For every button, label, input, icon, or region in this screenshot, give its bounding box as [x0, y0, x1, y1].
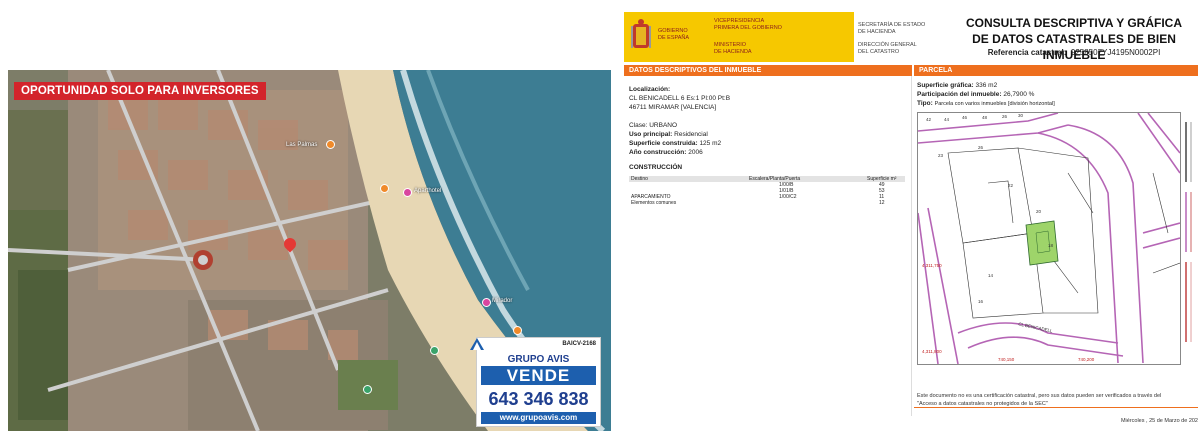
- map-label: 42: [926, 117, 932, 122]
- superficie-construida: Superficie construida: 125 m2: [629, 140, 722, 147]
- table-row: Elementos comunes 12: [631, 200, 885, 206]
- poi-marker[interactable]: [363, 385, 372, 394]
- cadastral-reference: Referencia catastral: 9258507YJ4195N0002…: [987, 48, 1161, 57]
- descriptive-data-panel: Localización: CL BENICADELL 6 Es:1 Pl:00…: [624, 76, 912, 416]
- agency-website[interactable]: www.grupoavis.com: [481, 412, 596, 424]
- coat-of-arms-icon: [631, 19, 651, 48]
- poi-marker[interactable]: [326, 140, 335, 149]
- map-label: 48: [982, 115, 988, 120]
- poi-label: Las Palmas: [286, 142, 318, 148]
- direccion-catastro-label: DIRECCIÓN GENERAL DEL CATASTRO: [858, 42, 917, 55]
- map-label: 20: [1036, 209, 1042, 214]
- location-line-1: CL BENICADELL 6 Es:1 Pl:00 Pt:B: [629, 95, 731, 102]
- investors-banner: OPORTUNIDAD SOLO PARA INVERSORES: [14, 82, 266, 100]
- map-label: 23: [938, 153, 944, 158]
- poi-marker[interactable]: [380, 184, 389, 193]
- map-label: 22: [1008, 183, 1014, 188]
- map-coordinate: 4,311,800: [922, 349, 942, 354]
- poi-label: Mirador: [492, 298, 513, 304]
- section-header-parcela: PARCELA: [914, 65, 1198, 76]
- sale-headline: VENDE: [481, 366, 596, 385]
- grupo-avis-sale-card[interactable]: BAICV-2168 GRUPO AVIS VENDE 643 346 838 …: [470, 337, 601, 427]
- grupo-avis-logo-icon: [470, 338, 484, 350]
- government-header: GOBIERNO DE ESPAÑA VICEPRESIDENCIA PRIMERA…: [624, 12, 854, 62]
- parcela-panel: Superficie gráfica: 336 m2 Participación…: [914, 76, 1198, 421]
- uso-principal: Uso principal: Residencial: [629, 131, 708, 138]
- location-label: Localización:: [629, 86, 671, 93]
- construccion-title: CONSTRUCCIÓN: [629, 164, 683, 171]
- catastro-document: GOBIERNO DE ESPAÑA VICEPRESIDENCIA PRIMERA…: [620, 0, 1198, 431]
- poi-marker[interactable]: [430, 346, 439, 355]
- superficie-grafica: Superficie gráfica: 336 m2: [917, 82, 998, 89]
- phone-number[interactable]: 643 346 838: [481, 388, 596, 410]
- ministerio-label: MINISTERIO DE HACIENDA: [714, 42, 752, 55]
- vicepresidencia-label: VICEPRESIDENCIA PRIMERA DEL GOBIERNO: [714, 18, 782, 31]
- cadastral-map[interactable]: 42 44 46 48 26 30 26 23 22 20 18 14 16 C…: [917, 112, 1181, 365]
- section-header-descriptive: DATOS DESCRIPTIVOS DEL INMUEBLE: [624, 65, 912, 76]
- location-line-2: 46711 MIRAMAR [VALENCIA]: [629, 104, 717, 111]
- map-label: 46: [962, 115, 968, 120]
- map-label: 16: [978, 299, 984, 304]
- government-subheader: SECRETARÍA DE ESTADO DE HACIENDA DIRECCIÓ…: [856, 12, 946, 62]
- agency-name: GRUPO AVIS: [507, 354, 570, 365]
- map-label: 26: [1002, 114, 1008, 119]
- anio-construccion: Año construcción: 2006: [629, 149, 703, 156]
- document-date: Miércoles , 25 de Marzo de 202: [1120, 418, 1198, 424]
- map-coordinate: 740,200: [1078, 357, 1095, 362]
- listing-reference: BAICV-2168: [562, 341, 596, 347]
- parcel-plan-graphic: [917, 112, 1181, 365]
- secretaria-label: SECRETARÍA DE ESTADO DE HACIENDA: [858, 22, 926, 35]
- map-label: 14: [988, 273, 994, 278]
- map-label: 18: [1048, 243, 1054, 248]
- map-legend: [1185, 122, 1192, 342]
- divider: [914, 407, 1198, 408]
- gov-espana-label: GOBIERNO DE ESPAÑA: [658, 28, 690, 41]
- tipo-parcela: Tipo: Parcela con varios inmuebles [divi…: [917, 100, 1055, 107]
- poi-label: Aparthotel: [414, 188, 442, 194]
- map-label: 30: [1018, 113, 1024, 118]
- aerial-photo: OPORTUNIDAD SOLO PARA INVERSORES Las Pal…: [8, 70, 611, 431]
- map-label: 44: [944, 117, 950, 122]
- map-coordinate: 4,311,750: [922, 263, 942, 268]
- poi-marker[interactable]: [403, 188, 412, 197]
- participacion: Participación del inmueble: 26,7900 %: [917, 91, 1035, 98]
- map-label: 26: [978, 145, 984, 150]
- clase-label: Clase: URBANO: [629, 122, 678, 129]
- poi-marker[interactable]: [482, 298, 491, 307]
- poi-marker[interactable]: [513, 326, 522, 335]
- disclaimer-note: Este documento no es una certificación c…: [917, 393, 1162, 407]
- map-coordinate: 740,150: [998, 357, 1015, 362]
- construction-table: Destino Escalera/Planta/Puerta Superfici…: [629, 176, 905, 206]
